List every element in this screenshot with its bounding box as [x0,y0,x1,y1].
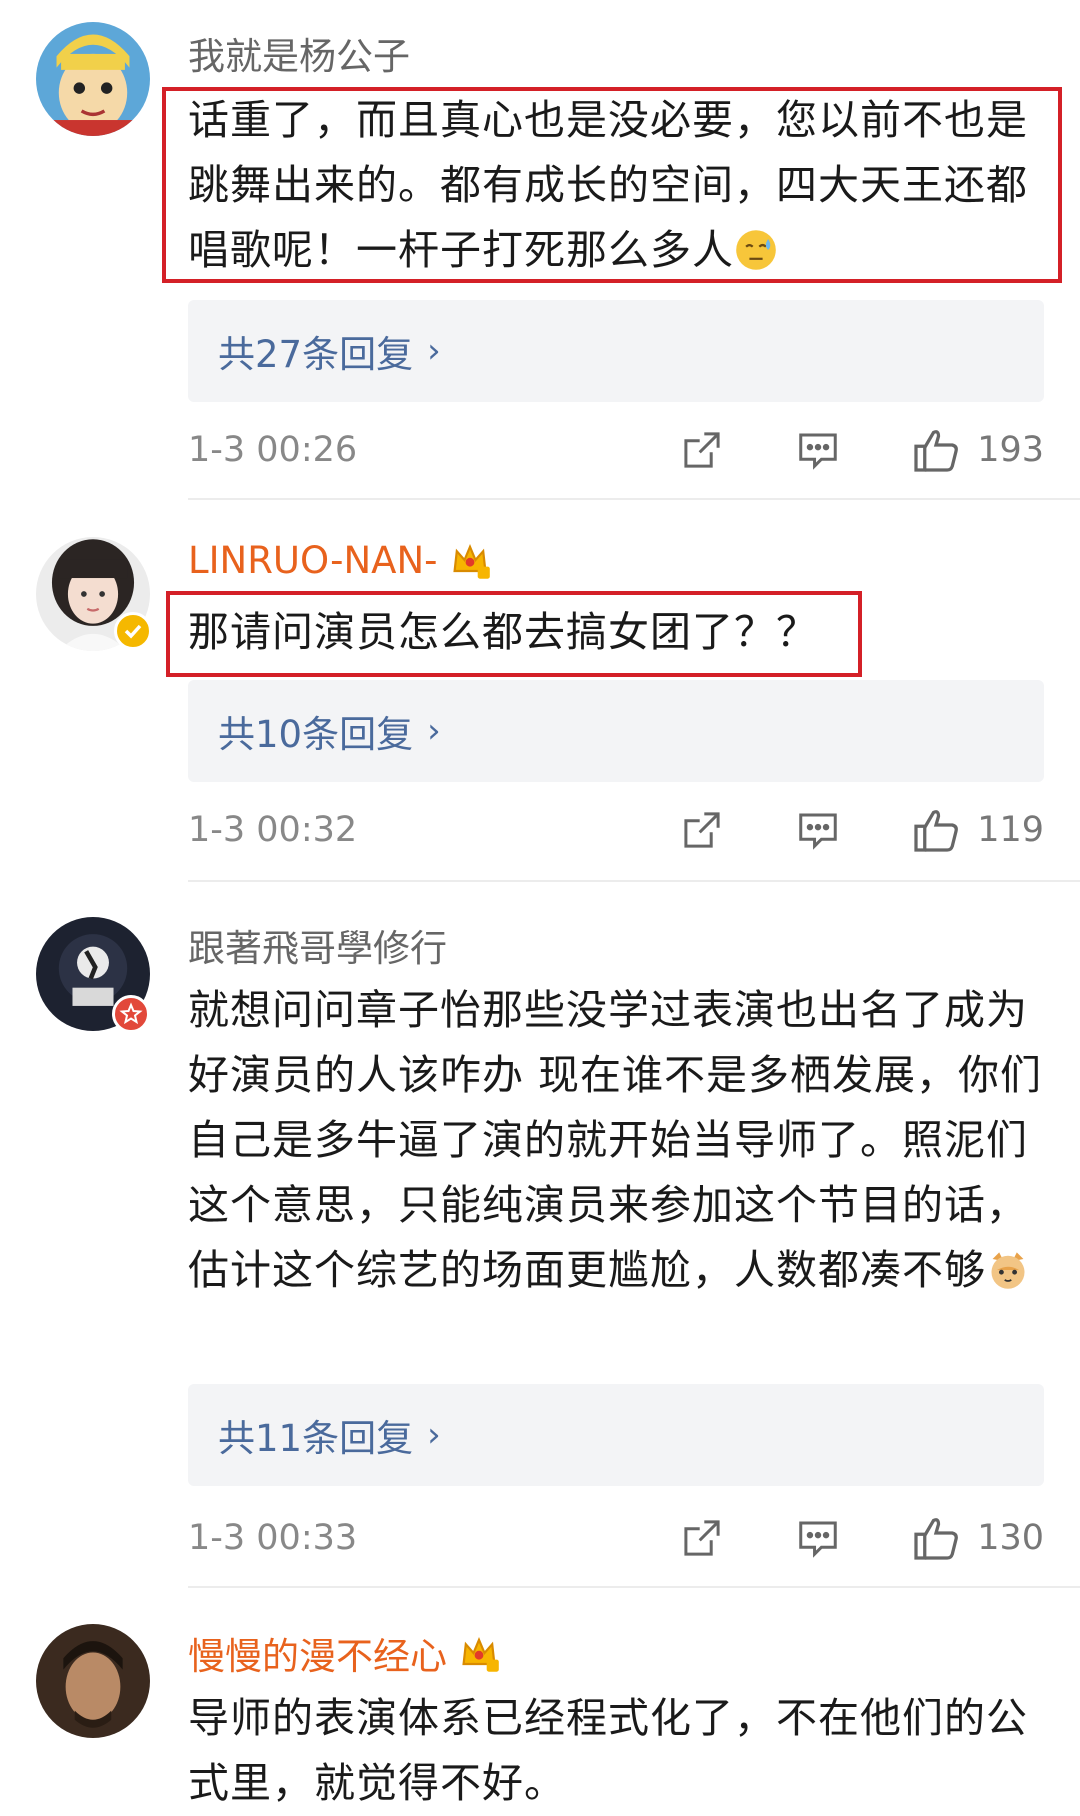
comment-text: 就想问问章子怡那些没学过表演也出名了成为好演员的人该咋办 现在谁不是多栖发展，你… [188,978,1048,1303]
chevron-right-icon: › [427,711,441,751]
username-label[interactable]: LINRUO-NAN- [188,539,438,582]
comment-icon[interactable] [795,807,841,853]
comment-text: 那请问演员怎么都去搞女团了？？ [188,600,1048,665]
replies-label[interactable]: 共11条回复 [218,1408,413,1462]
share-icon[interactable] [679,427,725,473]
like-button[interactable]: 119 [911,805,1044,855]
comment-text-content: 话重了，而且真心也是没必要，您以前不也是跳舞出来的。都有成长的空间，四大天王还都… [188,96,1028,274]
comment-text-content: 导师的表演体系已经程式化了，不在他们的公式里，就觉得不好。 [188,1694,1028,1807]
chevron-right-icon: › [427,331,441,371]
like-count: 119 [977,810,1044,850]
replies-label[interactable]: 共27条回复 [218,324,413,378]
timestamp: 1-3 00:32 [188,810,358,850]
comment-icon[interactable] [795,427,841,473]
like-icon[interactable] [911,425,961,475]
divider [188,1586,1080,1588]
chevron-right-icon: › [427,1415,441,1455]
comment-list: 我就是杨公子 话重了，而且真心也是没必要，您以前不也是跳舞出来的。都有成长的空间… [0,0,1080,1807]
avatar[interactable] [36,1624,150,1738]
action-bar: 130 [609,1513,1044,1563]
timestamp: 1-3 00:33 [188,1518,358,1558]
username[interactable]: 跟著飛哥學修行 [188,918,447,972]
cat-emoji [986,1246,1030,1290]
comment-text: 话重了，而且真心也是没必要，您以前不也是跳舞出来的。都有成长的空间，四大天王还都… [188,88,1048,283]
like-icon[interactable] [911,805,961,855]
replies-link[interactable]: 共11条回复 › [188,1384,1044,1486]
like-button[interactable]: 193 [911,425,1044,475]
username[interactable]: 慢慢的漫不经心 [188,1626,501,1680]
comment-meta: 1-3 00:26 193 [188,420,1044,480]
username-label[interactable]: 我就是杨公子 [188,26,410,80]
replies-link[interactable]: 共10条回复 › [188,680,1044,782]
share-icon[interactable] [679,807,725,853]
comment-icon[interactable] [795,1515,841,1561]
timestamp: 1-3 00:26 [188,430,358,470]
username-label[interactable]: 慢慢的漫不经心 [188,1626,447,1680]
avatar[interactable] [36,22,150,136]
action-bar: 193 [609,425,1044,475]
replies-label[interactable]: 共10条回复 [218,704,413,758]
replies-link[interactable]: 共27条回复 › [188,300,1044,402]
comment-text-content: 那请问演员怎么都去搞女团了？？ [188,608,818,656]
comment-text-content: 就想问问章子怡那些没学过表演也出名了成为好演员的人该咋办 现在谁不是多栖发展，你… [188,986,1043,1294]
action-bar: 119 [609,805,1044,855]
divider [188,880,1080,882]
comment-text: 导师的表演体系已经程式化了，不在他们的公式里，就觉得不好。 [188,1686,1048,1816]
like-button[interactable]: 130 [911,1513,1044,1563]
sweat-emoji [734,226,778,270]
divider [188,498,1080,500]
like-count: 130 [977,1518,1044,1558]
like-count: 193 [977,430,1044,470]
comment-meta: 1-3 00:32 119 [188,800,1044,860]
comment-meta: 1-3 00:33 130 [188,1508,1044,1568]
share-icon[interactable] [679,1515,725,1561]
verified-badge-icon [114,612,152,650]
username-label[interactable]: 跟著飛哥學修行 [188,918,447,972]
crown-badge-icon [448,538,492,582]
like-icon[interactable] [911,1513,961,1563]
username[interactable]: 我就是杨公子 [188,26,410,80]
crown-badge-icon [457,1631,501,1675]
verified-badge-icon [112,995,150,1033]
username[interactable]: LINRUO-NAN- [188,538,492,582]
